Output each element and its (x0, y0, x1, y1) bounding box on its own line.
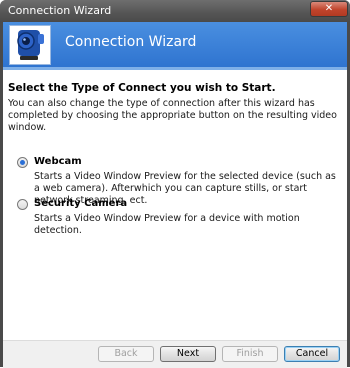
webcam-label[interactable]: Webcam (34, 156, 82, 167)
banner-title: Connection Wizard (65, 34, 197, 50)
page-heading: Select the Type of Connect you wish to S… (8, 82, 276, 94)
webcam-icon (9, 25, 51, 65)
cancel-button[interactable]: Cancel (284, 346, 340, 362)
window-title: Connection Wizard (8, 4, 112, 17)
wizard-window: Connection Wizard ✕ Connection Wizard Se… (0, 0, 350, 368)
page-description: You can also change the type of connecti… (8, 98, 337, 133)
security-camera-radio[interactable] (17, 199, 28, 210)
wizard-body: Connection Wizard Select the Type of Con… (3, 22, 347, 368)
back-button[interactable]: Back (98, 346, 154, 362)
banner-divider (3, 67, 347, 70)
webcam-radio[interactable] (17, 157, 28, 168)
next-button[interactable]: Next (160, 346, 216, 362)
security-camera-label[interactable]: Security Camera (34, 198, 127, 209)
finish-button[interactable]: Finish (222, 346, 278, 362)
wizard-banner: Connection Wizard (3, 22, 347, 67)
close-button[interactable]: ✕ (310, 1, 348, 17)
title-bar[interactable]: Connection Wizard ✕ (0, 0, 350, 22)
security-camera-description: Starts a Video Window Preview for a devi… (34, 213, 300, 236)
